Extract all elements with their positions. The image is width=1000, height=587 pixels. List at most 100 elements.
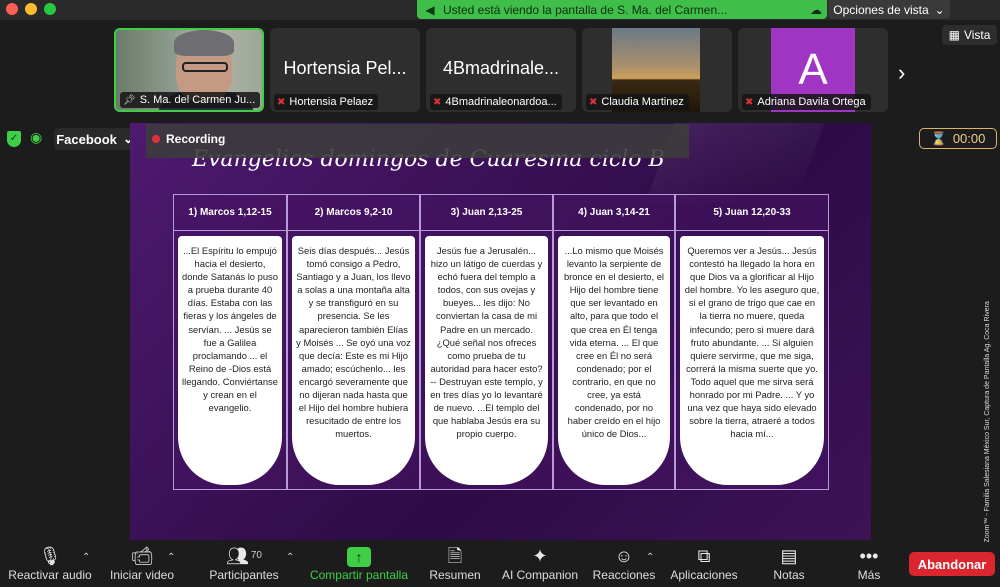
shared-screen: Evangelios domingos de Cuaresma ciclo B … [130,123,871,540]
pin-icon: 📌︎ [123,94,136,106]
start-video-button[interactable]: 📹︎ Iniciar video [106,544,178,582]
column-header: 1) Marcos 1,12-15 [174,195,286,231]
participant-name-tag: ✖ Hortensia Pelaez [274,94,379,110]
view-options-label: Opciones de vista [833,2,929,17]
shield-icon[interactable]: ✓ [7,131,21,147]
participant-name-tag: ✖ Adriana Davila Ortega [742,94,871,110]
participant-count: 70 [250,550,262,561]
notes-label: Notas [773,568,805,582]
meeting-controls: 🎙︎ Reactivar audio ⌃ 📹︎ Iniciar video ⌃ … [0,542,1000,587]
unmute-button[interactable]: 🎙︎ Reactivar audio [6,544,94,582]
participant-name: S. Ma. del Carmen Ju... [139,94,256,106]
participant-name-tag: ✖ 4Bmadrinaleonardoa... [430,94,562,110]
minimize-window-icon[interactable] [25,3,37,15]
participants-label: Participantes [209,568,279,582]
close-window-icon[interactable] [6,3,18,15]
recording-label: Recording [166,132,226,146]
record-icon [152,135,160,143]
chevron-up-icon[interactable]: ⌃ [82,552,90,563]
participant-name-tag: ✖ Claudia Martinez [586,94,689,110]
view-button[interactable]: ▦ Vista [942,25,997,45]
reactions-button[interactable]: ☺ Reacciones [591,544,657,582]
participant-tile[interactable]: A ✖ Adriana Davila Ortega [738,28,888,112]
chevron-down-icon: ⌄ [934,2,945,17]
recording-indicator[interactable]: Recording [146,124,689,158]
meeting-timer[interactable]: ⌛ 00:00 [919,128,997,149]
participant-display-name: 4Bmadrinale... [442,58,560,78]
participant-name: 4Bmadrinaleonardoa... [445,96,557,108]
muted-mic-icon: ✖ [433,96,442,108]
chevron-up-icon[interactable]: ⌃ [646,552,654,563]
participants-button[interactable]: 👥︎ 70 Participantes [206,544,282,582]
gospel-text: Queremos ver a Jesús... Jesús contestó h… [680,236,824,485]
leave-meeting-button[interactable]: Abandonar [909,552,995,576]
notes-icon: ▤ [780,546,798,566]
ai-companion-button[interactable]: ✦ AI Companion [500,544,580,582]
notes-button[interactable]: ▤ Notas [769,544,809,582]
participant-name: Hortensia Pelaez [289,96,374,108]
document-icon: 🗎 [447,546,463,566]
hourglass-icon: ⌛ [930,130,947,146]
ai-companion-label: AI Companion [501,568,579,582]
participant-tile[interactable]: 📌︎ S. Ma. del Carmen Ju... [114,28,264,112]
gospel-text: ...Lo mismo que Moisés levanto la serpie… [558,236,670,485]
participant-name: Adriana Davila Ortega [757,96,866,108]
participant-gallery: 📌︎ S. Ma. del Carmen Ju... Hortensia Pel… [114,28,888,112]
summary-button[interactable]: 🗎 Resumen [428,544,482,582]
watermark-text: Cortesía © Zoom™ - Familia Salesiana Méx… [984,301,991,578]
column-header: 5) Juan 12,20-33 [676,195,828,231]
participant-name-tag: 📌︎ S. Ma. del Carmen Ju... [120,92,261,108]
view-options-button[interactable]: Opciones de vista ⌄ [828,0,950,19]
cloud-icon[interactable]: ☁ [805,3,827,17]
zoom-window: ◀︎ Usted está viendo la pantalla de S. M… [0,0,1000,587]
column-header: 4) Juan 3,14-21 [554,195,674,231]
summary-label: Resumen [429,568,481,582]
start-video-label: Iniciar video [109,568,175,582]
gospel-text: Seis días después... Jesús tomó consigo … [292,236,415,485]
apps-button[interactable]: ⧉ Aplicaciones [668,544,740,582]
gospel-text: Jesús fue a Jerusalén... hizo un látigo … [425,236,548,485]
more-label: Más [857,568,881,582]
participant-tile[interactable]: 4Bmadrinale... ✖ 4Bmadrinaleonardoa... [426,28,576,112]
gospel-column: 5) Juan 12,20-33 Queremos ver a Jesús...… [675,194,829,490]
column-header: 3) Juan 2,13-25 [421,195,552,231]
chevron-up-icon[interactable]: ⌃ [286,552,294,563]
muted-mic-icon: ✖ [589,96,598,108]
gospel-column: 4) Juan 3,14-21 ...Lo mismo que Moisés l… [553,194,675,490]
participants-icon: 👥︎ 70 [226,546,262,566]
unmute-label: Reactivar audio [8,568,92,582]
sparkle-icon: ✦ [532,546,548,566]
grid-icon: ▦ [948,28,960,42]
participant-name: Claudia Martinez [601,96,684,108]
gospel-column: 2) Marcos 9,2-10 Seis días después... Je… [287,194,420,490]
share-screen-icon: ↑ [347,547,371,567]
gospel-text: ...El Espíritu lo empujó hacia el desier… [178,236,282,485]
chevron-right-icon[interactable]: › [898,60,905,86]
share-banner-text: Usted está viendo la pantalla de S. Ma. … [443,2,728,17]
chevron-up-icon[interactable]: ⌃ [167,552,175,563]
muted-mic-icon: ✖ [745,96,754,108]
more-button[interactable]: ••• Más [852,544,886,582]
share-screen-label: Compartir pantalla [309,568,409,582]
screen-share-banner: ◀︎ Usted está viendo la pantalla de S. M… [417,0,827,19]
livestream-dropdown[interactable]: Facebook ⌄ [54,128,136,150]
muted-mic-icon: 🎙︎ [38,546,62,566]
share-screen-button[interactable]: ↑ Compartir pantalla [306,544,412,582]
livestream-icon[interactable]: ◉ [30,129,42,146]
gospel-column: 1) Marcos 1,12-15 ...El Espíritu lo empu… [173,194,287,490]
muted-mic-icon: ✖ [277,96,286,108]
more-dots-icon: ••• [859,546,879,566]
gospel-column: 3) Juan 2,13-25 Jesús fue a Jerusalén...… [420,194,553,490]
reactions-label: Reacciones [592,568,656,582]
apps-icon: ⧉ [697,546,711,566]
timer-value: 00:00 [952,131,986,146]
column-header: 2) Marcos 9,2-10 [288,195,419,231]
participant-tile[interactable]: Hortensia Pel... ✖ Hortensia Pelaez [270,28,420,112]
participant-tile[interactable]: ✖ Claudia Martinez [582,28,732,112]
participant-display-name: Hortensia Pel... [283,58,407,78]
maximize-window-icon[interactable] [44,3,56,15]
apps-label: Aplicaciones [670,568,738,582]
microphone-icon: ◀︎ [425,2,435,17]
view-label: Vista [963,28,991,42]
livestream-label: Facebook [56,131,117,147]
